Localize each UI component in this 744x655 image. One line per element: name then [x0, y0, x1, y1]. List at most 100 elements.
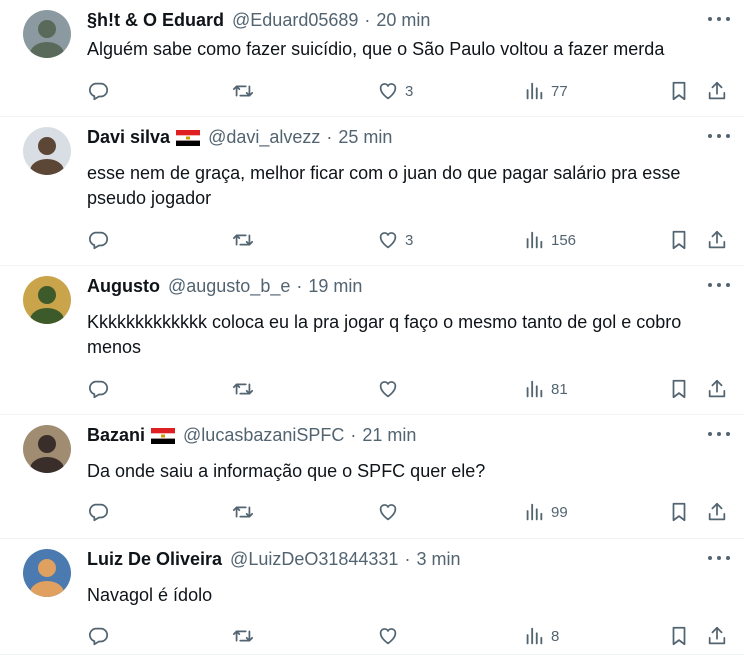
more-icon[interactable]	[708, 553, 730, 563]
reply-button[interactable]	[87, 622, 115, 650]
views-button[interactable]: 156	[523, 226, 576, 254]
views-button[interactable]: 77	[523, 77, 568, 105]
share-icon	[706, 625, 728, 647]
view-count: 99	[551, 503, 568, 521]
like-button[interactable]	[377, 375, 405, 403]
share-icon	[706, 378, 728, 400]
share-button[interactable]	[706, 375, 728, 403]
timestamp[interactable]: 19 min	[308, 276, 362, 297]
user-handle[interactable]: @LuizDeO31844331	[230, 549, 398, 570]
tweet[interactable]: Augusto @augusto_b_e · 19 min Kkkkkkkkkkkkk …	[0, 266, 744, 415]
display-name[interactable]: Davi silva	[87, 127, 170, 148]
like-icon	[377, 229, 399, 251]
bookmark-button[interactable]	[668, 77, 690, 105]
bookmark-button[interactable]	[668, 498, 690, 526]
retweet-icon	[232, 625, 254, 647]
tweet-header: Davi silva @davi_alvezz · 25 min	[87, 125, 684, 149]
retweet-button[interactable]	[232, 622, 260, 650]
tweet-header: Luiz De Oliveira @LuizDeO31844331 · 3 min	[87, 547, 684, 571]
more-icon[interactable]	[708, 14, 730, 24]
bookmark-button[interactable]	[668, 375, 690, 403]
reply-button[interactable]	[87, 77, 115, 105]
share-button[interactable]	[706, 77, 728, 105]
user-handle[interactable]: @augusto_b_e	[168, 276, 290, 297]
tweet-actions: 8	[87, 622, 730, 650]
reply-button[interactable]	[87, 226, 115, 254]
bookmark-button[interactable]	[668, 622, 690, 650]
timestamp[interactable]: 21 min	[362, 425, 416, 446]
like-button[interactable]	[377, 622, 405, 650]
avatar[interactable]	[23, 10, 71, 58]
tweet[interactable]: Bazani @lucasbazaniSPFC · 21 min Da onde sai…	[0, 415, 744, 539]
tweet-text: Alguém sabe como fazer suicídio, que o S…	[87, 39, 665, 59]
tweet[interactable]: Luiz De Oliveira @LuizDeO31844331 · 3 min Na…	[0, 539, 744, 655]
bookmark-button[interactable]	[668, 226, 690, 254]
retweet-button[interactable]	[232, 226, 260, 254]
like-button[interactable]	[377, 498, 405, 526]
like-icon	[377, 501, 399, 523]
display-name[interactable]: Augusto	[87, 276, 160, 297]
separator: ·	[404, 548, 411, 569]
timestamp[interactable]: 20 min	[376, 10, 430, 31]
user-handle[interactable]: @lucasbazaniSPFC	[183, 425, 344, 446]
user-handle[interactable]: @davi_alvezz	[208, 127, 320, 148]
flag-icon	[145, 425, 176, 446]
like-button[interactable]: 3	[377, 77, 413, 105]
view-count: 8	[551, 627, 560, 645]
view-count: 156	[551, 231, 577, 249]
reply-button[interactable]	[87, 498, 115, 526]
separator: ·	[364, 9, 371, 30]
views-icon	[523, 229, 545, 251]
more-icon[interactable]	[708, 280, 730, 290]
tweet[interactable]: §h!t & O Eduard @Eduard05689 · 20 min Alguém…	[0, 0, 744, 117]
views-button[interactable]: 8	[523, 622, 559, 650]
more-icon[interactable]	[708, 429, 730, 439]
reply-button[interactable]	[87, 375, 115, 403]
retweet-button[interactable]	[232, 375, 260, 403]
tweet-header: Augusto @augusto_b_e · 19 min	[87, 274, 684, 298]
tweet-text: esse nem de graça, melhor ficar com o ju…	[87, 163, 681, 208]
more-icon[interactable]	[708, 131, 730, 141]
avatar[interactable]	[23, 425, 71, 473]
share-icon	[706, 501, 728, 523]
bookmark-icon	[668, 378, 690, 400]
retweet-icon	[232, 80, 254, 102]
display-name[interactable]: Bazani	[87, 425, 145, 446]
reply-icon	[87, 229, 109, 251]
share-button[interactable]	[706, 226, 728, 254]
avatar[interactable]	[23, 127, 71, 175]
retweet-icon	[232, 501, 254, 523]
views-icon	[523, 378, 545, 400]
avatar[interactable]	[23, 276, 71, 324]
timestamp[interactable]: 25 min	[338, 127, 392, 148]
share-icon	[706, 80, 728, 102]
retweet-icon	[232, 229, 254, 251]
share-icon	[706, 229, 728, 251]
retweet-button[interactable]	[232, 498, 260, 526]
views-button[interactable]: 81	[523, 375, 568, 403]
share-button[interactable]	[706, 622, 728, 650]
tweet-text: Da onde saiu a informação que o SPFC que…	[87, 461, 486, 481]
tweet-actions: 81	[87, 375, 730, 403]
display-name[interactable]: §h!t & O Eduard	[87, 10, 224, 31]
like-button[interactable]: 3	[377, 226, 413, 254]
retweet-button[interactable]	[232, 77, 260, 105]
separator: ·	[350, 424, 357, 445]
tweet-header: §h!t & O Eduard @Eduard05689 · 20 min	[87, 8, 684, 32]
avatar[interactable]	[23, 549, 71, 597]
tweet-actions: 99	[87, 498, 730, 526]
views-icon	[523, 501, 545, 523]
retweet-icon	[232, 378, 254, 400]
reply-icon	[87, 501, 109, 523]
separator: ·	[326, 126, 333, 147]
tweet[interactable]: Davi silva @davi_alvezz · 25 min esse nem de…	[0, 117, 744, 266]
display-name[interactable]: Luiz De Oliveira	[87, 549, 222, 570]
views-icon	[523, 80, 545, 102]
user-handle[interactable]: @Eduard05689	[232, 10, 358, 31]
views-button[interactable]: 99	[523, 498, 568, 526]
timeline: §h!t & O Eduard @Eduard05689 · 20 min Alguém…	[0, 0, 744, 655]
timestamp[interactable]: 3 min	[416, 549, 460, 570]
reply-icon	[87, 378, 109, 400]
share-button[interactable]	[706, 498, 728, 526]
tweet-actions: 3 77	[87, 77, 730, 105]
